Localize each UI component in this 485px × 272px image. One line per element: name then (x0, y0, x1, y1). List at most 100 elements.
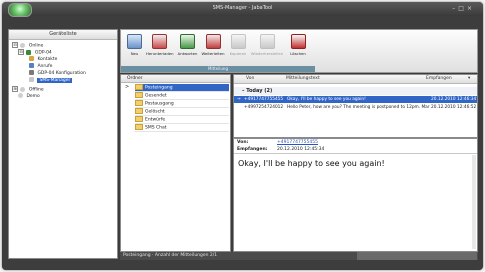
offline-globe-icon (20, 86, 26, 92)
column-received[interactable]: Empfangen (426, 76, 452, 81)
column-from[interactable]: Von (246, 76, 254, 81)
desktop-background: SMS-Manager - JabaTool –□× Geräteliste ⊟… (0, 0, 485, 272)
download-icon (152, 34, 167, 49)
message-text: Hello Peter, how are you? The meeting is… (287, 105, 430, 110)
tree-item-anrufe[interactable]: Anrufe (29, 63, 52, 70)
message-from: +4997254724012 (244, 105, 284, 110)
horizontal-scrollbar[interactable] (357, 252, 477, 260)
settings-icon (29, 70, 34, 75)
sms-icon (29, 77, 34, 82)
folder-icon (135, 108, 143, 114)
copy-button[interactable]: Kopieren (227, 33, 249, 63)
tree-item-label: Anrufe (37, 64, 53, 69)
folder-item-sms-chat[interactable]: SMS Chat (135, 124, 229, 132)
message-from: +4917747755455 (244, 97, 284, 102)
tree-item-demo[interactable]: Demo (18, 93, 40, 100)
window-bottom-edge (2, 261, 483, 270)
tree-item-label: SMS-Manager (37, 78, 73, 83)
calls-icon (29, 63, 34, 68)
button-label: Löschen (290, 51, 306, 56)
tree-item-label: GDP-04 Konfiguration (37, 71, 86, 76)
folder-label: Posteingang (145, 85, 173, 91)
delete-icon (290, 34, 306, 49)
detail-received-label: Empfangen: (237, 147, 268, 152)
button-label: Weiterleiten (201, 51, 225, 56)
folder-label: Entwürfe (145, 117, 166, 123)
tree-item-gdp04[interactable]: ⊟ GDP-04 (18, 49, 52, 56)
detail-from-label: Von: (237, 140, 249, 145)
detail-divider (234, 153, 477, 154)
message-row[interactable]: → +4917747755455 Okay, I'll be happy to … (234, 96, 477, 103)
restore-button[interactable]: Wiederherstellen (250, 33, 284, 63)
detail-from-line: Von: +4917747755455 (237, 140, 318, 145)
reply-button[interactable]: Antworten (176, 33, 199, 63)
message-text: Okay, I'll be happy to see you again! (287, 97, 366, 102)
folder-panel: Ordner > Posteingang Gesendet Postausgan… (120, 74, 231, 252)
current-row-arrow-icon: > (125, 84, 130, 90)
tree-item-konfiguration[interactable]: GDP-04 Konfiguration (29, 70, 86, 77)
app-window: SMS-Manager - JabaTool –□× Geräteliste ⊟… (2, 2, 483, 270)
tree-item-label: Online (28, 43, 44, 49)
contacts-icon (29, 56, 34, 61)
maximize-icon[interactable]: □ (458, 5, 467, 12)
device-list-panel: Geräteliste ⊟ Online ⊟ GDP-04 Kontakte A… (8, 29, 118, 259)
button-label: Wiederherstellen (250, 51, 284, 56)
folder-icon (135, 84, 143, 90)
folder-icon (135, 100, 143, 106)
demo-globe-icon (18, 93, 23, 98)
title-bar[interactable]: SMS-Manager - JabaTool –□× (2, 2, 483, 17)
forward-button[interactable]: Weiterleiten (201, 33, 225, 63)
folder-icon (135, 92, 143, 98)
folder-label: Gesendet (145, 93, 167, 99)
device-list-header: Geräteliste (9, 30, 117, 40)
detail-received-line: Empfangen: 20.12.2010 12:45:34 (237, 147, 324, 152)
folder-item-posteingang[interactable]: Posteingang (135, 84, 229, 92)
message-row[interactable]: +4997254724012 Hello Peter, how are you?… (234, 104, 477, 111)
column-filter-icon[interactable]: ▾ (468, 76, 470, 81)
tree-item-sms-manager[interactable]: SMS-Manager (29, 77, 73, 84)
column-text[interactable]: Mitteilungstext (286, 76, 320, 81)
window-controls: –□× (452, 5, 475, 12)
new-button[interactable]: Neu (125, 33, 144, 63)
folder-header: Ordner (121, 75, 230, 83)
folder-label: Postausgang (145, 101, 174, 107)
button-label: Herunterladen (146, 51, 174, 56)
tree-item-label: GDP-04 (34, 50, 52, 56)
detail-body: Okay, I'll be happy to see you again! (238, 159, 385, 168)
reply-icon (180, 34, 195, 49)
tree-item-offline[interactable]: ⊞ Offline (12, 86, 44, 93)
tree-item-label: Demo (26, 94, 40, 99)
detail-from-link[interactable]: +4917747755455 (277, 140, 318, 145)
device-icon (26, 49, 32, 55)
restore-icon (259, 34, 275, 49)
folder-item-entwuerfe[interactable]: Entwürfe (135, 116, 229, 124)
message-date: 20.12.2010 12:46:52 (431, 105, 477, 110)
folder-item-geloescht[interactable]: Gelöscht (135, 108, 229, 116)
ribbon-toolbar: Neu Herunterladen Antworten Weiterleiten… (120, 29, 478, 73)
tree-item-label: Offline (28, 87, 44, 93)
button-label: Kopieren (229, 51, 247, 56)
folder-item-postausgang[interactable]: Postausgang (135, 100, 229, 108)
close-icon[interactable]: × (467, 5, 475, 12)
copy-icon (230, 34, 246, 49)
row-arrow-icon: → (237, 97, 241, 102)
collapse-icon[interactable]: ⊟ (12, 42, 18, 48)
tree-item-label: Kontakte (37, 57, 58, 62)
ribbon-group-label: Mitteilung (121, 66, 315, 72)
download-button[interactable]: Herunterladen (146, 33, 174, 63)
tree-item-online[interactable]: ⊟ Online (12, 42, 43, 49)
expand-icon[interactable]: ⊞ (12, 86, 18, 92)
online-globe-icon (20, 42, 26, 48)
status-text: Posteingang · Anzahl der Mitteilungen 2/… (123, 253, 218, 258)
collapse-icon[interactable]: ⊟ (18, 49, 24, 55)
button-label: Neu (130, 51, 139, 56)
forward-icon (205, 34, 221, 49)
tree-item-kontakte[interactable]: Kontakte (29, 56, 57, 63)
detail-received-value: 20.12.2010 12:45:34 (277, 147, 325, 152)
group-today[interactable]: – Today (2) (234, 87, 477, 95)
folder-item-gesendet[interactable]: Gesendet (135, 92, 229, 100)
delete-button[interactable]: Löschen (286, 33, 310, 63)
new-message-icon (127, 34, 142, 49)
detail-scrollbar[interactable] (472, 155, 476, 249)
folder-label: SMS Chat (145, 125, 167, 131)
